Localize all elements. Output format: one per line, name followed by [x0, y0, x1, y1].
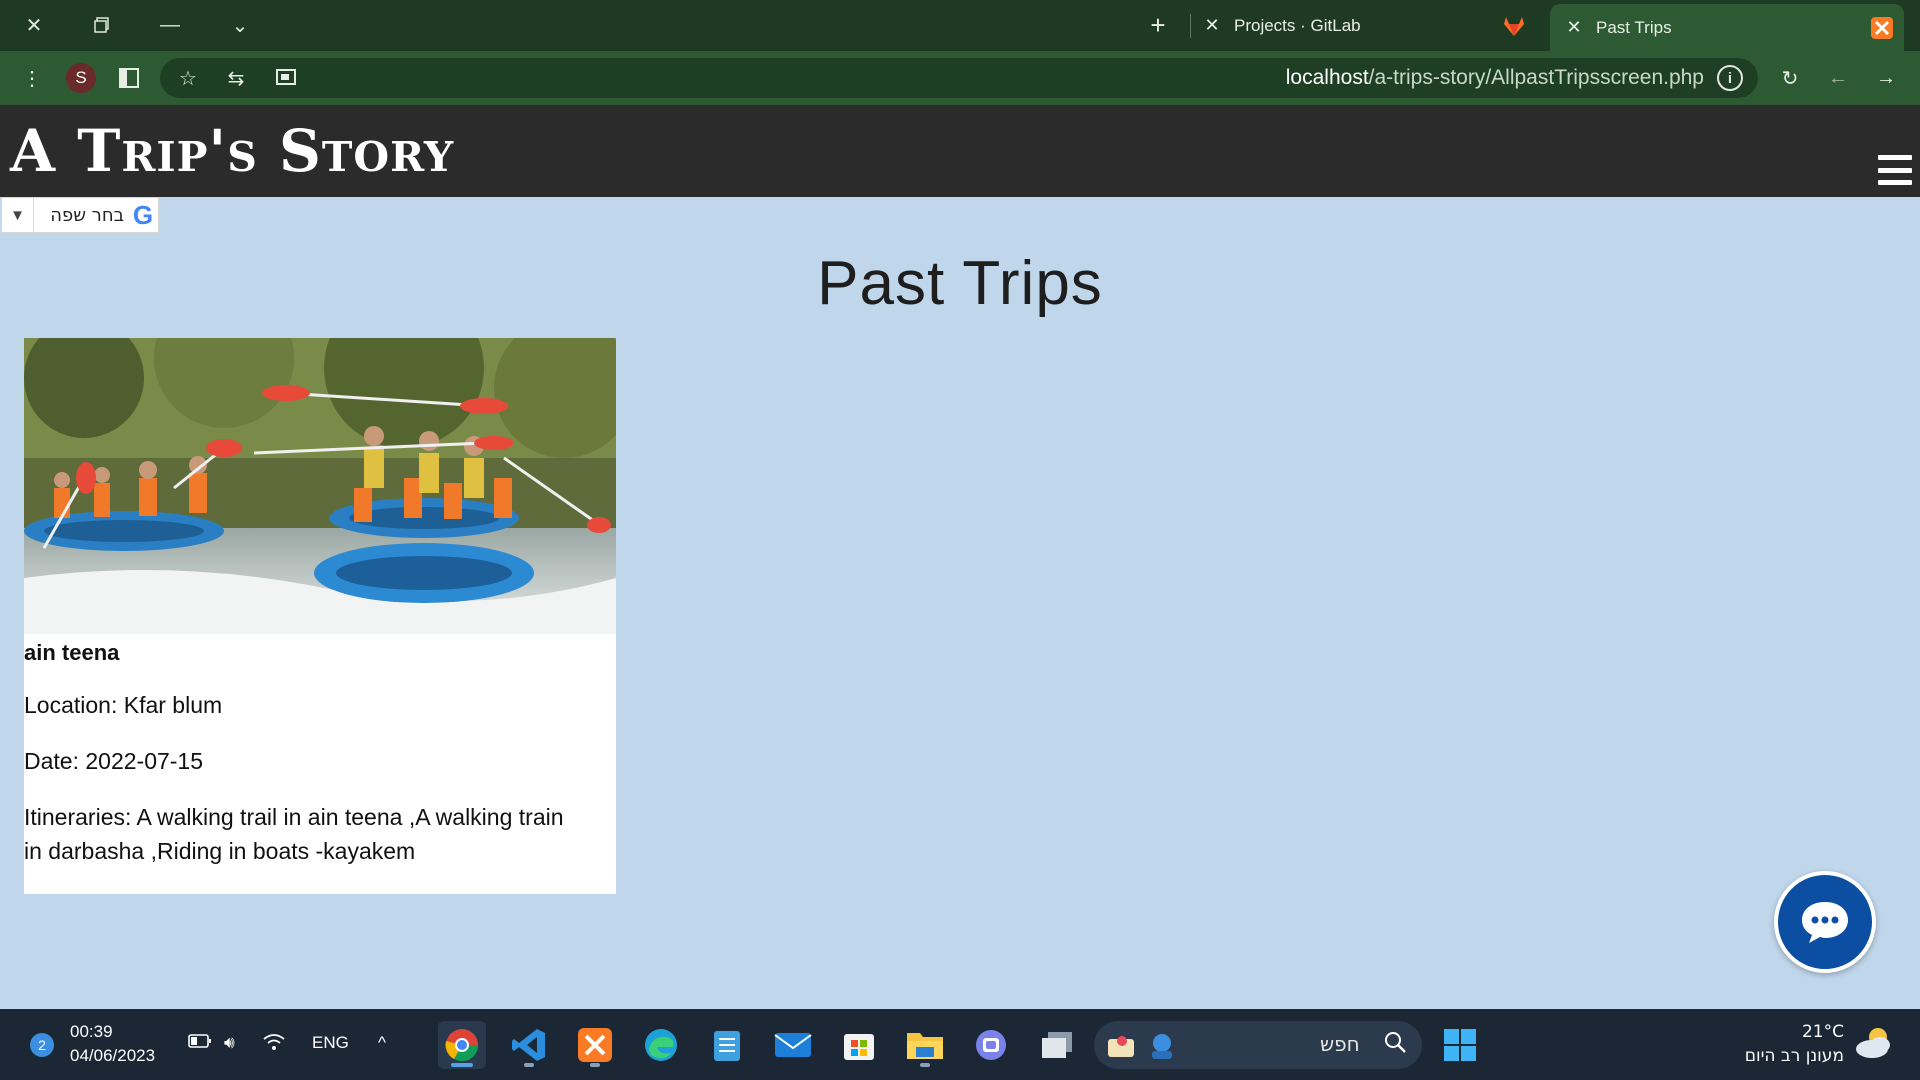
- dropdown-arrow-icon: ▼: [2, 198, 34, 232]
- new-tab-button[interactable]: +: [1140, 8, 1176, 42]
- notification-badge[interactable]: 2: [30, 1033, 54, 1057]
- language-select[interactable]: ▼ בחר שפה G: [1, 197, 159, 233]
- close-window-icon[interactable]: ✕: [16, 8, 52, 42]
- tab-separator: [1190, 14, 1191, 38]
- store-taskbar-icon[interactable]: [835, 1021, 883, 1069]
- xampp-taskbar-icon[interactable]: [571, 1021, 619, 1069]
- trip-itineraries: Itineraries: A walking trail in ain teen…: [24, 804, 564, 864]
- tab-past-trips[interactable]: ✕ Past Trips: [1550, 4, 1904, 51]
- taskbar-search-placeholder: חפש: [1320, 1032, 1360, 1056]
- browser-tab-bar: ✕ — ⌄ + ✕ Projects · GitLab ✕ Past Trips: [0, 0, 1920, 51]
- taskbar-search-box[interactable]: [1094, 1021, 1422, 1069]
- trip-date: Date: 2022-07-15: [24, 748, 204, 774]
- clock[interactable]: 00:39 04/06/2023: [70, 1020, 155, 1068]
- profile-avatar[interactable]: S: [66, 63, 96, 93]
- weather-description: מעונן רב היום: [1744, 1046, 1844, 1066]
- tab-close-icon[interactable]: ✕: [1200, 15, 1224, 36]
- trip-location: Location: Kfar blum: [24, 692, 223, 718]
- chevron-up-icon[interactable]: ^: [378, 1033, 386, 1053]
- language-select-label: בחר שפה: [50, 204, 124, 226]
- search-icon: [1383, 1030, 1407, 1059]
- cloud-icon: [1854, 1025, 1894, 1064]
- page-title: Past Trips: [817, 249, 1103, 318]
- sidebar-icon[interactable]: [113, 62, 145, 94]
- share-icon[interactable]: ⇆: [220, 62, 252, 94]
- search-highlight-icon: [1108, 1034, 1172, 1059]
- weather-temperature: 21°C: [1801, 1022, 1844, 1042]
- site-header: A Trip's Story: [0, 105, 1920, 197]
- windows-start-icon[interactable]: [1436, 1021, 1484, 1069]
- gitlab-icon: [1502, 14, 1526, 38]
- trip-name: ain teena: [24, 640, 120, 665]
- forward-arrow-icon[interactable]: →: [1870, 62, 1902, 94]
- taskbar: [0, 1009, 1920, 1080]
- notepad-taskbar-icon[interactable]: [703, 1021, 751, 1069]
- wifi-icon[interactable]: [262, 1033, 286, 1056]
- site-logo[interactable]: A Trip's Story: [10, 117, 454, 185]
- chat-bubble-icon: [1802, 902, 1848, 943]
- file-explorer-taskbar-icon[interactable]: [901, 1021, 949, 1069]
- vscode-taskbar-icon[interactable]: [505, 1021, 553, 1069]
- info-icon[interactable]: i: [1717, 65, 1743, 91]
- xampp-icon: [1870, 16, 1894, 40]
- volume-icon[interactable]: 🔊︎: [224, 1033, 235, 1053]
- url-path: /a-trips-story/AllpastTripsscreen.php: [1368, 66, 1704, 89]
- cast-icon[interactable]: [270, 62, 302, 94]
- url-text[interactable]: localhost/a-trips-story/AllpastTripsscre…: [1286, 66, 1704, 90]
- back-arrow-icon[interactable]: ←: [1822, 62, 1854, 94]
- reload-icon[interactable]: ↻: [1774, 62, 1806, 94]
- url-host: localhost: [1285, 66, 1369, 89]
- mail-taskbar-icon[interactable]: [769, 1021, 817, 1069]
- tab-title: Past Trips: [1596, 17, 1672, 37]
- language-indicator[interactable]: ENG: [312, 1033, 349, 1053]
- restore-window-icon[interactable]: [84, 8, 120, 42]
- tab-gitlab[interactable]: ✕ Projects · GitLab: [1200, 0, 1540, 51]
- tab-close-icon[interactable]: ✕: [1562, 17, 1586, 38]
- chevron-down-icon[interactable]: ⌄: [222, 8, 258, 42]
- chat-button[interactable]: [1774, 871, 1876, 973]
- chrome-taskbar-icon[interactable]: [438, 1021, 486, 1069]
- trip-photo: [24, 338, 616, 634]
- minimize-window-icon[interactable]: —: [152, 8, 188, 42]
- weather-widget[interactable]: 21°C מעונן רב היום: [1745, 1020, 1844, 1068]
- hamburger-menu-icon[interactable]: [1878, 155, 1912, 185]
- tab-title: Projects · GitLab: [1234, 15, 1361, 35]
- battery-icon[interactable]: [188, 1033, 212, 1054]
- teams-taskbar-icon[interactable]: [967, 1021, 1015, 1069]
- star-icon[interactable]: ☆: [172, 62, 204, 94]
- edge-taskbar-icon[interactable]: [637, 1021, 685, 1069]
- task-view-taskbar-icon[interactable]: [1033, 1021, 1081, 1069]
- google-icon: G: [132, 199, 154, 230]
- clock-date: 04/06/2023: [70, 1046, 156, 1065]
- clock-time: 00:39: [70, 1022, 113, 1041]
- menu-kebab-icon[interactable]: ⋮: [16, 62, 48, 94]
